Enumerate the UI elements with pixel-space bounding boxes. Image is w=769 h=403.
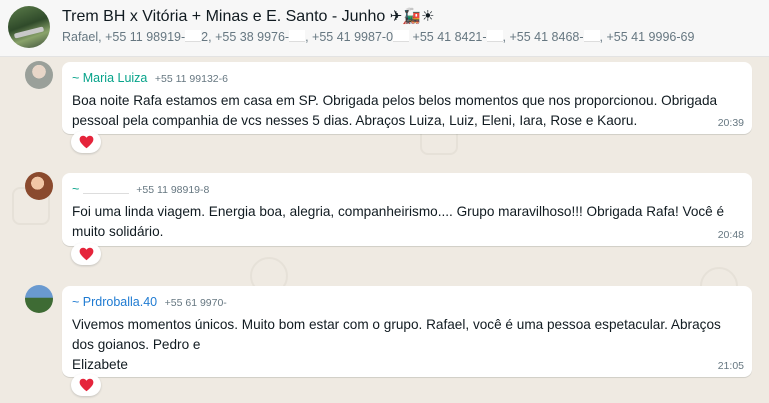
sender-line: ~ Prdroballa.40 +55 61 9970-	[72, 295, 227, 309]
reaction-badge[interactable]	[71, 131, 101, 153]
sender-name[interactable]: ~ Maria Luiza	[72, 71, 147, 85]
sender-avatar[interactable]	[25, 285, 53, 313]
heart-icon	[79, 378, 93, 392]
message-text: Boa noite Rafa estamos em casa em SP. Ob…	[72, 93, 718, 128]
redaction-mark	[393, 30, 410, 42]
message-bubble[interactable]: ~ Maria Luiza +55 11 99132-6 Boa noite R…	[62, 62, 752, 134]
sender-phone: +55 61 9970-	[164, 297, 227, 309]
group-title-text: Trem BH x Vitória + Minas e E. Santo - J…	[62, 8, 386, 25]
sender-avatar[interactable]	[25, 172, 53, 200]
redaction-mark	[486, 30, 503, 42]
group-avatar[interactable]	[8, 6, 50, 48]
group-title-emoji: ✈🚂☀	[389, 7, 435, 25]
participant: Rafael	[62, 30, 99, 44]
group-title: Trem BH x Vitória + Minas e E. Santo - J…	[62, 7, 434, 26]
redaction-mark	[289, 30, 306, 42]
sender-name[interactable]: ~ Prdroballa.40	[72, 295, 157, 309]
participant: +55 41 9996-69	[606, 30, 695, 44]
message-bubble[interactable]: ~ +55 11 98919-8 Foi uma linda viagem. E…	[62, 173, 752, 246]
sender-phone: +55 11 99132-6	[154, 73, 228, 85]
message-text-main: Vivemos momentos únicos. Muito bom estar…	[72, 317, 721, 352]
participant: +55 41 8421-	[412, 30, 487, 44]
message-bubble[interactable]: ~ Prdroballa.40 +55 61 9970- Vivemos mom…	[62, 286, 752, 377]
message-time: 21:05	[717, 360, 744, 372]
sender-phone: +55 11 98919-8	[136, 184, 210, 196]
reaction-badge[interactable]	[71, 374, 101, 396]
participant: +55 41 8468-	[509, 30, 584, 44]
sender-avatar[interactable]	[25, 61, 53, 89]
sender-name[interactable]: ~	[72, 182, 79, 196]
message-time: 20:39	[717, 117, 744, 129]
sender-line: ~ +55 11 98919-8	[72, 182, 209, 196]
participants-list: Rafael, +55 11 98919- 2, +55 38 9976-, +5…	[62, 30, 695, 44]
redaction-mark	[583, 30, 600, 42]
reaction-badge[interactable]	[71, 243, 101, 265]
redaction-mark	[185, 30, 202, 42]
redaction-mark	[82, 182, 129, 194]
heart-icon	[79, 247, 93, 261]
participant-fragment: 2	[201, 30, 209, 44]
participant: +55 11 98919-	[105, 30, 186, 44]
chat-header[interactable]: Trem BH x Vitória + Minas e E. Santo - J…	[0, 0, 769, 57]
message-time: 20:48	[717, 229, 744, 241]
sender-line: ~ Maria Luiza +55 11 99132-6	[72, 71, 228, 85]
message-text: Foi uma linda viagem. Energia boa, alegr…	[72, 204, 725, 239]
message-text-continued: Elizabete	[72, 357, 128, 372]
heart-icon	[79, 135, 93, 149]
participant: +55 38 9976-	[215, 30, 290, 44]
participant: +55 41 9987-0	[312, 30, 394, 44]
message-text: Vivemos momentos únicos. Muito bom estar…	[72, 315, 738, 375]
